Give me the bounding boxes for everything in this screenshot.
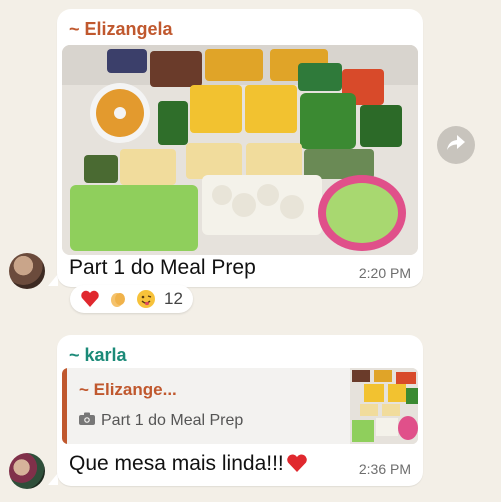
sender-name[interactable]: ~ Elizangela (69, 19, 173, 40)
reaction-count: 12 (164, 289, 183, 308)
avatar-karla[interactable] (9, 453, 45, 489)
quoted-message[interactable]: ~ Elizange... Part 1 do Meal Prep (62, 368, 418, 444)
quoted-text-row: Part 1 do Meal Prep (79, 412, 243, 430)
message-caption: Part 1 do Meal Prep (69, 256, 256, 279)
clapping-hands-icon (108, 289, 128, 309)
message-caption: Que mesa mais linda!!! (69, 452, 284, 475)
message-time: 2:20 PM (358, 265, 411, 281)
meal-prep-photo-image (62, 45, 418, 255)
smiling-face-tongue-icon (136, 289, 156, 309)
camera-icon (79, 412, 95, 430)
quoted-photo-thumbnail (350, 368, 418, 444)
red-heart-icon (286, 453, 308, 479)
red-heart-icon (80, 289, 100, 309)
message-bubble-karla[interactable]: ~ karla ~ Elizange... Part 1 do Meal Pre… (57, 335, 423, 486)
quoted-sender-name: ~ Elizange... (79, 380, 177, 399)
message-bubble-elizangela[interactable]: ~ Elizangela Part 1 do Meal Prep 2:20 PM (57, 9, 423, 287)
avatar-elizangela[interactable] (9, 253, 45, 289)
quoted-text: Part 1 do Meal Prep (101, 412, 244, 429)
meal-prep-photo[interactable] (62, 45, 418, 255)
forward-button[interactable] (437, 126, 475, 164)
forward-arrow-icon (446, 134, 466, 157)
sender-name[interactable]: ~ karla (69, 345, 127, 366)
message-caption-row: Que mesa mais linda!!! (69, 452, 308, 479)
reactions-bar[interactable]: 12 (70, 285, 193, 313)
message-time: 2:36 PM (358, 461, 411, 477)
quote-accent-bar (62, 368, 67, 444)
